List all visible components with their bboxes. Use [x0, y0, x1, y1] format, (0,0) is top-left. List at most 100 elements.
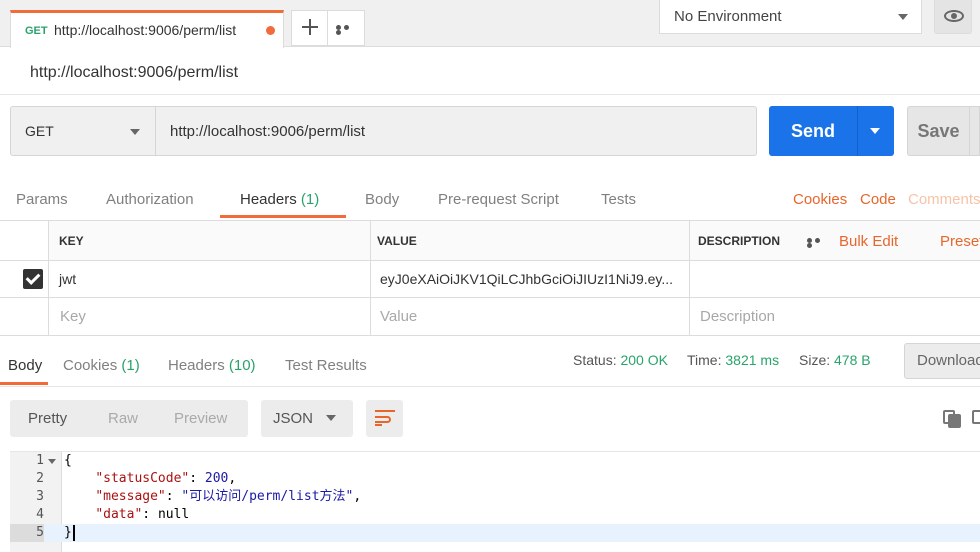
- key-cell[interactable]: Key: [48, 298, 370, 335]
- view-pretty-button[interactable]: Pretty: [28, 410, 67, 427]
- tab-count: (1): [300, 191, 320, 208]
- tab-label: Pre-request Script: [438, 191, 559, 208]
- column-label: VALUE: [377, 234, 417, 248]
- more-dots-icon: [336, 25, 357, 35]
- json-key: "data": [95, 507, 143, 522]
- column-header-value: VALUE: [370, 221, 689, 260]
- format-label: JSON: [273, 410, 314, 427]
- header-value: eyJ0eXAiOiJKV1QiLCJhbGciOiJIUzI1NiJ9.ey.…: [380, 271, 674, 287]
- divider: [0, 94, 980, 95]
- json-string: "可以访问/perm/list方法": [181, 489, 354, 504]
- code-line: 1 {: [10, 452, 980, 470]
- status-value: 200 OK: [620, 352, 668, 368]
- unsaved-dot-icon: [266, 26, 275, 35]
- json-null: null: [157, 507, 190, 522]
- tab-response-headers[interactable]: Headers (10): [168, 357, 256, 374]
- method-select[interactable]: GET: [10, 106, 156, 156]
- divider: [0, 386, 980, 387]
- code-line: 2 "statusCode": 200,: [10, 470, 980, 488]
- response-time: Time: 3821 ms: [687, 352, 779, 368]
- tab-tests[interactable]: Tests: [601, 191, 636, 208]
- copy-icon[interactable]: [943, 410, 961, 428]
- send-button[interactable]: Send: [769, 106, 857, 156]
- tab-response-cookies[interactable]: Cookies (1): [63, 357, 140, 374]
- method-label: GET: [25, 123, 54, 139]
- code-line: 4 "data": null: [10, 506, 980, 524]
- column-label: DESCRIPTION: [698, 234, 781, 248]
- size-value: 478 B: [834, 352, 871, 368]
- plus-icon: [302, 19, 318, 35]
- send-options-button[interactable]: [857, 106, 894, 156]
- column-label: KEY: [59, 234, 84, 248]
- headers-table: KEY VALUE DESCRIPTION Bulk Edit Presets …: [0, 220, 980, 336]
- line-number: 3: [36, 489, 44, 504]
- tab-response-body[interactable]: Body: [8, 357, 42, 374]
- presets-link[interactable]: Presets: [940, 233, 980, 250]
- url-input[interactable]: [155, 106, 757, 156]
- request-tab-url: http://localhost:9006/perm/list: [54, 22, 237, 38]
- header-key: jwt: [59, 271, 77, 287]
- active-tab-indicator: [220, 215, 346, 218]
- new-tab-button[interactable]: [291, 10, 328, 46]
- tab-label: Params: [16, 191, 68, 208]
- json-key: "message": [95, 489, 166, 504]
- view-preview-button[interactable]: Preview: [174, 410, 227, 427]
- response-size: Size: 478 B: [799, 352, 871, 368]
- value-cell[interactable]: eyJ0eXAiOiJKV1QiLCJhbGciOiJIUzI1NiJ9.ey.…: [370, 261, 689, 297]
- tab-label: Tests: [601, 191, 637, 208]
- line-number: 2: [36, 471, 44, 486]
- tab-params[interactable]: Params: [16, 191, 68, 208]
- tab-authorization[interactable]: Authorization: [106, 191, 194, 208]
- key-placeholder: Key: [60, 308, 86, 325]
- chevron-down-icon: [326, 415, 336, 421]
- tab-label: Cookies: [63, 357, 118, 374]
- tab-count: (10): [228, 357, 256, 374]
- bulk-edit-link[interactable]: Bulk Edit: [839, 233, 898, 250]
- tab-label: Body: [8, 357, 43, 374]
- more-tabs-button[interactable]: [328, 10, 365, 46]
- header-enabled-checkbox[interactable]: [23, 269, 43, 289]
- wrap-lines-button[interactable]: [366, 400, 403, 437]
- tab-label: Test Results: [285, 357, 367, 374]
- description-placeholder: Description: [700, 308, 776, 325]
- save-options-button[interactable]: [969, 106, 980, 156]
- description-cell[interactable]: [689, 261, 980, 297]
- response-status: Status: 200 OK: [573, 352, 668, 368]
- tab-body[interactable]: Body: [365, 191, 399, 208]
- download-button[interactable]: Download: [904, 343, 980, 379]
- json-key: "statusCode": [95, 471, 190, 486]
- time-value: 3821 ms: [725, 352, 780, 368]
- more-dots-icon[interactable]: [807, 238, 828, 248]
- response-body-editor[interactable]: 1 { 2 "statusCode": 200, 3 "message": "可…: [10, 451, 980, 552]
- search-response-icon[interactable]: [972, 410, 980, 428]
- active-tab-indicator: [0, 382, 48, 385]
- environment-select[interactable]: No Environment: [659, 0, 922, 34]
- save-button[interactable]: Save: [907, 106, 969, 156]
- line-number: 4: [36, 507, 44, 522]
- request-title[interactable]: http://localhost:9006/perm/list: [30, 64, 238, 82]
- code-token: }: [64, 525, 72, 540]
- table-row: jwt eyJ0eXAiOiJKV1QiLCJhbGciOiJIUzI1NiJ9…: [0, 261, 980, 298]
- description-cell[interactable]: Description: [689, 298, 980, 335]
- format-select[interactable]: JSON: [261, 400, 353, 437]
- view-raw-button[interactable]: Raw: [108, 410, 138, 427]
- time-label: Time:: [687, 352, 722, 368]
- tab-headers[interactable]: Headers (1): [240, 191, 319, 208]
- comments-link[interactable]: Comments: [908, 191, 980, 208]
- json-number: 200: [204, 471, 229, 486]
- key-cell[interactable]: jwt: [48, 261, 370, 297]
- tab-pre-request-script[interactable]: Pre-request Script: [438, 191, 559, 208]
- tab-count: (1): [121, 357, 140, 374]
- fold-chevron-icon[interactable]: [48, 459, 56, 464]
- environment-label: No Environment: [674, 8, 782, 25]
- chevron-down-icon: [130, 129, 140, 135]
- tab-label: Authorization: [106, 191, 194, 208]
- cookies-link[interactable]: Cookies: [793, 191, 847, 208]
- tab-label: Headers: [168, 357, 225, 374]
- code-token: {: [64, 453, 72, 468]
- code-link[interactable]: Code: [860, 191, 896, 208]
- environment-quick-look-button[interactable]: [934, 0, 972, 34]
- request-tab[interactable]: GET http://localhost:9006/perm/list: [10, 10, 284, 48]
- tab-test-results[interactable]: Test Results: [285, 357, 367, 374]
- value-cell[interactable]: Value: [370, 298, 689, 335]
